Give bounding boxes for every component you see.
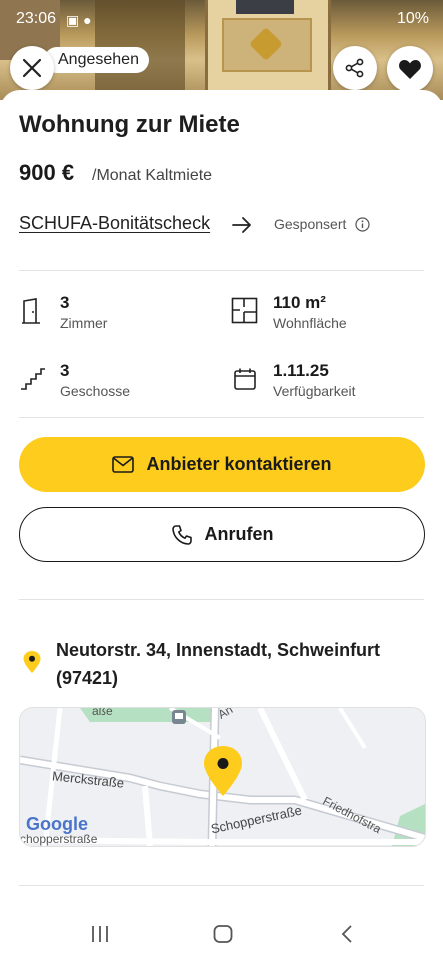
area-value: 110 m² xyxy=(273,293,326,312)
price: 900 € xyxy=(19,160,75,185)
schufa-link[interactable]: SCHUFA-Bonitätscheck xyxy=(19,213,210,234)
map-preview[interactable]: aße An Merckstraße Schopperstraße choppe… xyxy=(19,707,426,847)
contact-button-label: Anbieter kontaktieren xyxy=(146,454,332,474)
availability-label: Verfügbarkeit xyxy=(273,383,356,399)
divider xyxy=(19,885,424,886)
door-icon xyxy=(22,298,40,324)
floors-value: 3 xyxy=(60,361,70,380)
system-nav-bar xyxy=(0,905,443,960)
close-button[interactable] xyxy=(10,46,54,90)
mail-icon xyxy=(112,456,135,473)
availability-value: 1.11.25 xyxy=(273,361,329,380)
floorplan-icon xyxy=(231,297,258,324)
google-logo: Google xyxy=(26,814,88,834)
rooms-label: Zimmer xyxy=(60,315,108,331)
map-label: aße xyxy=(92,707,113,718)
sponsored-label: Gesponsert xyxy=(274,216,347,232)
divider xyxy=(19,599,424,600)
phone-icon xyxy=(171,524,192,545)
divider xyxy=(19,270,424,271)
share-button[interactable] xyxy=(333,46,377,90)
seen-badge: Angesehen xyxy=(44,47,149,73)
back-icon[interactable] xyxy=(340,925,354,943)
recent-apps-icon[interactable] xyxy=(90,925,110,943)
home-icon[interactable] xyxy=(213,925,233,943)
floors-label: Geschosse xyxy=(60,383,131,399)
arrow-right-icon[interactable] xyxy=(231,214,253,236)
info-icon[interactable] xyxy=(355,217,370,232)
price-unit: /Monat Kaltmiete xyxy=(92,167,213,184)
favorite-button[interactable] xyxy=(387,46,433,92)
divider xyxy=(19,417,424,418)
location-pin-icon xyxy=(23,651,41,673)
map-pin-icon xyxy=(204,746,242,796)
status-icons: ▣ ● xyxy=(66,12,92,28)
stairs-icon xyxy=(21,368,45,390)
heart-icon xyxy=(399,60,421,79)
share-icon xyxy=(345,58,364,78)
rooms-value: 3 xyxy=(60,293,70,312)
listing-title: Wohnung zur Miete xyxy=(19,111,240,138)
contact-provider-button[interactable]: Anbieter kontaktieren xyxy=(19,437,425,492)
calendar-icon xyxy=(234,368,256,390)
close-icon xyxy=(22,58,42,78)
call-button-label: Anrufen xyxy=(204,524,274,544)
status-time: 23:06 xyxy=(16,10,57,27)
battery-level: 10% xyxy=(396,10,429,27)
area-label: Wohnfläche xyxy=(273,315,347,331)
call-button[interactable]: Anrufen xyxy=(19,507,425,562)
status-bar: 23:06 ▣ ● 10% xyxy=(0,10,443,32)
address: Neutorstr. 34, Innenstadt, Schweinfurt (… xyxy=(56,640,381,688)
